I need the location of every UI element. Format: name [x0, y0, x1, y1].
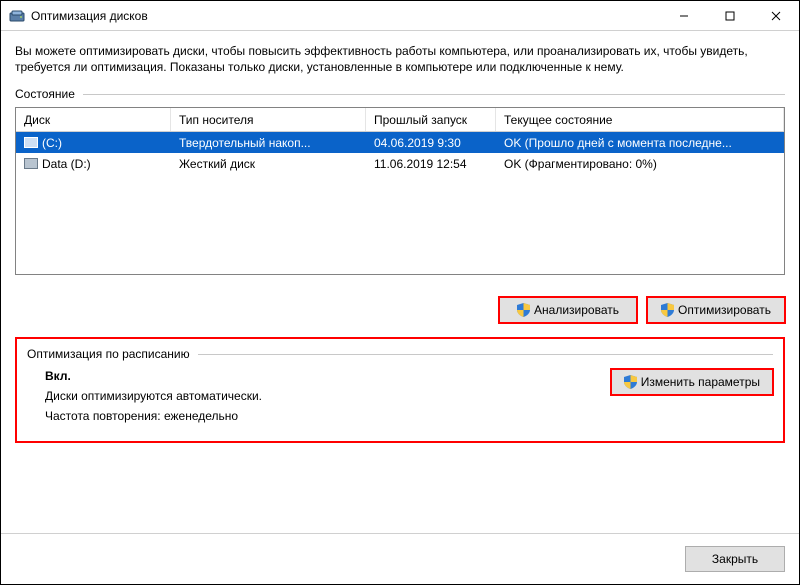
- disk-last-run: 11.06.2019 12:54: [366, 157, 496, 171]
- disk-icon: [24, 137, 38, 148]
- shield-icon: [661, 303, 674, 317]
- disk-list-header: Диск Тип носителя Прошлый запуск Текущее…: [16, 108, 784, 132]
- shield-icon: [517, 303, 530, 317]
- schedule-info: Вкл. Диски оптимизируются автоматически.…: [27, 361, 611, 423]
- schedule-section: Оптимизация по расписанию Вкл. Диски опт…: [15, 337, 785, 443]
- disk-state: OK (Фрагментировано: 0%): [496, 157, 784, 171]
- close-button[interactable]: [753, 1, 799, 31]
- disk-list[interactable]: Диск Тип носителя Прошлый запуск Текущее…: [15, 107, 785, 275]
- action-buttons: Анализировать Оптимизировать: [15, 297, 785, 323]
- intro-text: Вы можете оптимизировать диски, чтобы по…: [15, 43, 785, 75]
- schedule-status: Вкл.: [45, 369, 611, 383]
- divider: [198, 354, 773, 355]
- footer: Закрыть: [1, 533, 799, 584]
- disk-type: Твердотельный накоп...: [171, 136, 366, 150]
- shield-icon: [624, 375, 637, 389]
- disk-type: Жесткий диск: [171, 157, 366, 171]
- disk-last-run: 04.06.2019 9:30: [366, 136, 496, 150]
- schedule-title: Оптимизация по расписанию: [27, 347, 190, 361]
- state-label-text: Состояние: [15, 87, 75, 101]
- analyze-button[interactable]: Анализировать: [499, 297, 637, 323]
- disk-icon: [24, 158, 38, 169]
- analyze-label: Анализировать: [534, 303, 619, 317]
- schedule-line1: Диски оптимизируются автоматически.: [45, 389, 611, 403]
- disk-state: OK (Прошло дней с момента последне...: [496, 136, 784, 150]
- titlebar: Оптимизация дисков: [1, 1, 799, 31]
- disk-name: (C:): [42, 136, 62, 150]
- optimize-button[interactable]: Оптимизировать: [647, 297, 785, 323]
- disk-row[interactable]: (C:) Твердотельный накоп... 04.06.2019 9…: [16, 132, 784, 153]
- divider: [83, 94, 785, 95]
- disk-name: Data (D:): [42, 157, 91, 171]
- col-header-last[interactable]: Прошлый запуск: [366, 108, 496, 131]
- app-icon: [9, 8, 25, 24]
- window: Оптимизация дисков Вы можете оптимизиров…: [0, 0, 800, 585]
- content: Вы можете оптимизировать диски, чтобы по…: [1, 31, 799, 533]
- col-header-type[interactable]: Тип носителя: [171, 108, 366, 131]
- change-settings-button[interactable]: Изменить параметры: [611, 369, 773, 395]
- close-button-footer[interactable]: Закрыть: [685, 546, 785, 572]
- schedule-line2: Частота повторения: еженедельно: [45, 409, 611, 423]
- minimize-button[interactable]: [661, 1, 707, 31]
- change-settings-label: Изменить параметры: [641, 375, 760, 389]
- window-title: Оптимизация дисков: [31, 9, 148, 23]
- optimize-label: Оптимизировать: [678, 303, 771, 317]
- disk-row[interactable]: Data (D:) Жесткий диск 11.06.2019 12:54 …: [16, 153, 784, 174]
- state-section-label: Состояние: [15, 87, 785, 101]
- col-header-disk[interactable]: Диск: [16, 108, 171, 131]
- close-label: Закрыть: [712, 552, 758, 566]
- col-header-state[interactable]: Текущее состояние: [496, 108, 784, 131]
- maximize-button[interactable]: [707, 1, 753, 31]
